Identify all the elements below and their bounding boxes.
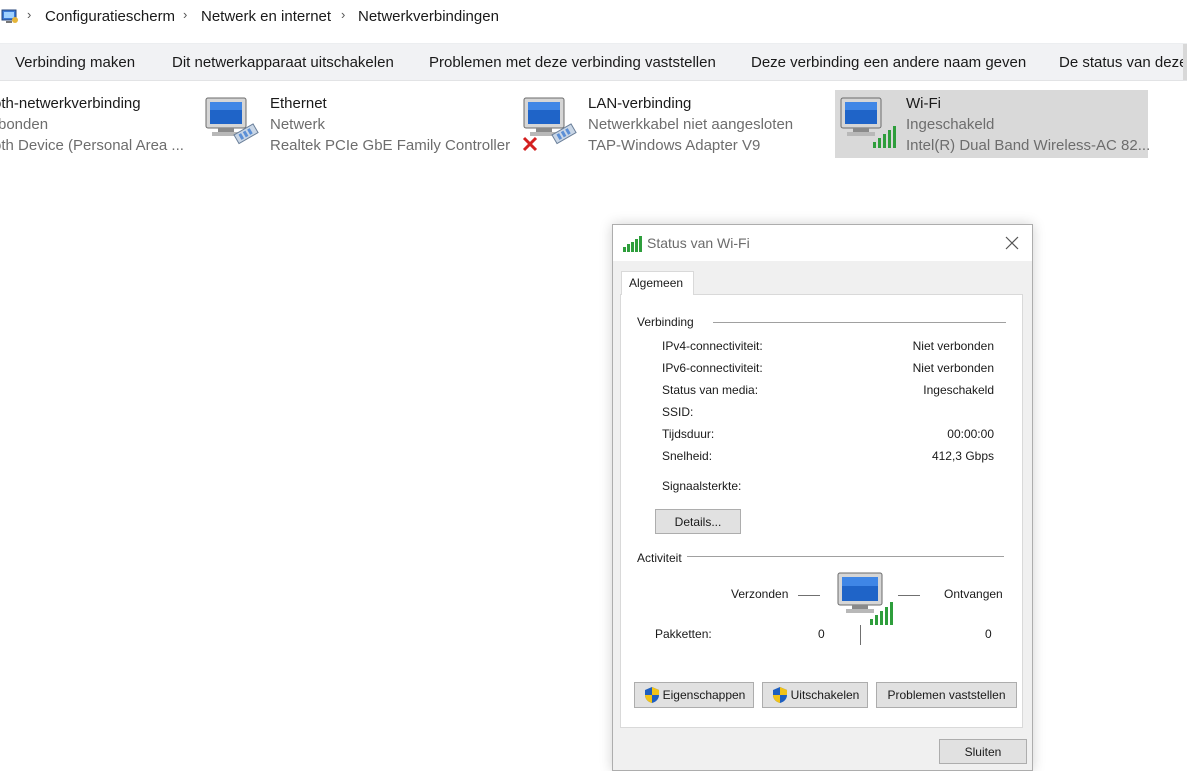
rename-connection-button[interactable]: Deze verbinding een andere naam geven — [751, 54, 1026, 71]
tab-algemeen[interactable]: Algemeen — [621, 271, 694, 295]
chevron-right-icon: › — [27, 7, 32, 22]
connection-status: Netwerkkabel niet aangesloten — [588, 116, 794, 133]
ipv4-value: Niet verbonden — [912, 339, 994, 353]
properties-button[interactable]: Eigenschappen — [634, 682, 754, 708]
packets-received-value: 0 — [985, 627, 992, 641]
duration-value: 00:00:00 — [947, 427, 994, 441]
ethernet-network-icon — [205, 97, 259, 145]
connection-device: Realtek PCIe GbE Family Controller — [270, 137, 511, 154]
chevron-right-icon: › — [341, 7, 346, 22]
lan-disconnected-icon — [522, 97, 577, 152]
details-button[interactable]: Details... — [655, 509, 741, 534]
duration-label: Tijdsduur: — [662, 427, 715, 441]
connection-device: Intel(R) Dual Band Wireless-AC 82... — [906, 137, 1151, 154]
connection-name: Wi-Fi — [906, 95, 941, 112]
received-line — [898, 595, 920, 596]
wifi-status-dialog: Status van Wi-Fi Algemeen Verbinding IPv… — [612, 224, 1033, 771]
wifi-network-icon — [840, 97, 896, 148]
connect-button[interactable]: Verbinding maken — [15, 54, 135, 71]
breadcrumb: › Configuratiescherm › Netwerk en intern… — [0, 0, 1187, 34]
connection-device: oth Device (Personal Area ... — [0, 137, 183, 154]
connection-name: Ethernet — [270, 95, 327, 112]
network-activity-icon — [837, 572, 893, 625]
speed-label: Snelheid: — [662, 449, 713, 463]
packets-sent-value: 0 — [818, 627, 825, 641]
signal-strength-label: Signaalsterkte: — [662, 479, 742, 493]
received-label: Ontvangen — [944, 587, 1003, 601]
disable-button-label: Uitschakelen — [790, 688, 860, 702]
sent-label: Verzonden — [731, 587, 789, 601]
breadcrumb-item-netwerkverbindingen[interactable]: Netwerkverbindingen — [358, 8, 499, 25]
group-divider — [713, 322, 1006, 323]
dialog-titlebar[interactable]: Status van Wi-Fi — [613, 225, 1032, 261]
breadcrumb-item-configuratiescherm[interactable]: Configuratiescherm — [45, 8, 175, 25]
activity-divider — [860, 625, 861, 645]
connection-item-bluetooth[interactable]: oth-netwerkverbinding rbonden oth Device… — [0, 90, 190, 158]
uac-shield-icon — [644, 687, 659, 703]
connection-name: oth-netwerkverbinding — [0, 95, 141, 112]
connection-status: rbonden — [0, 116, 49, 133]
disable-device-button[interactable]: Dit netwerkapparaat uitschakelen — [172, 54, 394, 71]
connection-group-label: Verbinding — [637, 315, 696, 329]
ipv4-label: IPv4-connectiviteit: — [662, 339, 763, 353]
diagnose-connection-button[interactable]: Problemen met deze verbinding vaststelle… — [429, 54, 716, 71]
chevron-right-icon: › — [183, 7, 188, 22]
connection-item-lan[interactable]: LAN-verbinding Netwerkkabel niet aangesl… — [518, 90, 818, 158]
speed-value: 412,3 Gbps — [931, 449, 994, 463]
view-status-button[interactable]: De status van deze — [1059, 54, 1187, 71]
connection-name: LAN-verbinding — [588, 95, 692, 112]
packets-label: Pakketten: — [655, 627, 712, 641]
wifi-signal-icon — [623, 236, 642, 252]
control-panel-icon — [1, 9, 18, 23]
dialog-title: Status van Wi-Fi — [647, 235, 750, 251]
connection-device: TAP-Windows Adapter V9 — [588, 137, 761, 154]
diagnose-button[interactable]: Problemen vaststellen — [876, 682, 1017, 708]
group-divider — [687, 556, 1004, 557]
media-status-value: Ingeschakeld — [923, 383, 994, 397]
connection-item-wifi[interactable]: Wi-Fi Ingeschakeld Intel(R) Dual Band Wi… — [835, 90, 1151, 158]
close-button[interactable]: Sluiten — [939, 739, 1027, 764]
breadcrumb-item-netwerk-en-internet[interactable]: Netwerk en internet — [201, 8, 331, 25]
connection-status: Ingeschakeld — [906, 116, 995, 133]
ssid-label: SSID: — [662, 405, 694, 419]
sent-line — [798, 595, 820, 596]
disable-button[interactable]: Uitschakelen — [762, 682, 868, 708]
activity-group-label: Activiteit — [637, 551, 684, 565]
connection-item-ethernet[interactable]: Ethernet Netwerk Realtek PCIe GbE Family… — [200, 90, 510, 158]
media-status-label: Status van media: — [662, 383, 759, 397]
toolbar-overflow-edge — [1183, 44, 1187, 80]
ipv6-label: IPv6-connectiviteit: — [662, 361, 763, 375]
general-panel: Verbinding IPv4-connectiviteit: Niet ver… — [620, 294, 1023, 728]
command-toolbar: Verbinding maken Dit netwerkapparaat uit… — [0, 43, 1187, 81]
close-icon[interactable] — [1004, 235, 1020, 251]
ipv6-value: Niet verbonden — [912, 361, 994, 375]
uac-shield-icon — [772, 687, 787, 703]
connection-status: Netwerk — [270, 116, 326, 133]
properties-button-label: Eigenschappen — [662, 688, 746, 702]
